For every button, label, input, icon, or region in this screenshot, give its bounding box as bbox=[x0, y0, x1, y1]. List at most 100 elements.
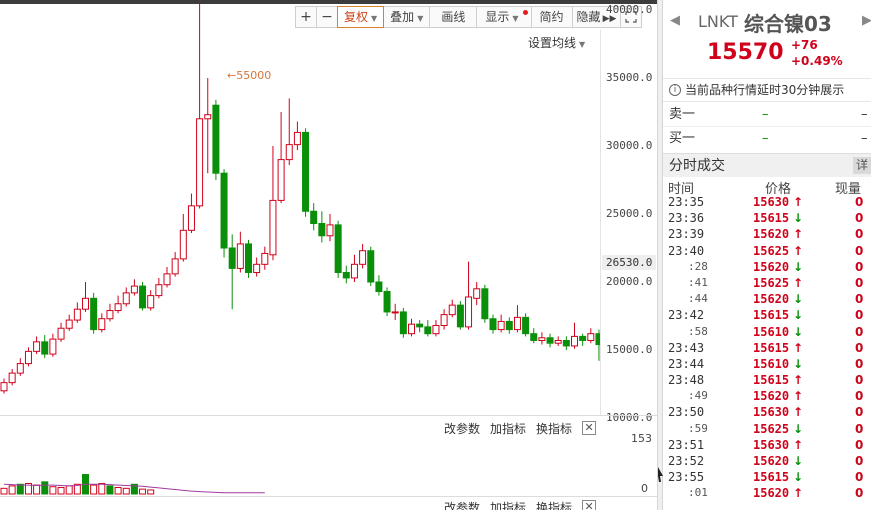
switch-indicator-button[interactable]: 换指标 bbox=[536, 499, 572, 510]
info-icon: i bbox=[669, 84, 681, 96]
candle bbox=[391, 311, 399, 314]
next-symbol-icon[interactable]: ▶ bbox=[862, 13, 871, 28]
arrow-down-icon: ↓ bbox=[793, 454, 804, 468]
candle bbox=[530, 333, 538, 341]
candle bbox=[546, 337, 554, 344]
volume-bar bbox=[90, 484, 98, 495]
volume-bar bbox=[98, 482, 106, 495]
candle bbox=[293, 131, 301, 146]
candle bbox=[155, 284, 163, 297]
volume-bar bbox=[147, 489, 155, 495]
arrow-down-icon: ↓ bbox=[793, 292, 804, 307]
change-params-button[interactable]: 改参数 bbox=[444, 420, 480, 437]
candle bbox=[33, 341, 41, 352]
candle bbox=[277, 159, 285, 201]
order-book-buy1: 买一 – – bbox=[663, 127, 871, 151]
candle bbox=[139, 285, 147, 309]
tick-time: 23:40 bbox=[668, 243, 705, 258]
tick-time: 23:44 bbox=[668, 356, 705, 371]
tick-row: 23:43 15615 ↑ 0 bbox=[663, 341, 871, 357]
candle bbox=[554, 339, 562, 344]
candle bbox=[408, 323, 415, 335]
change-params-button[interactable]: 改参数 bbox=[444, 499, 480, 510]
price-change-percent: +0.49% bbox=[791, 54, 843, 68]
tick-row: 23:42 15615 ↓ 0 bbox=[663, 308, 871, 324]
arrow-up-icon: ↑ bbox=[793, 373, 804, 388]
tick-price: 15630 bbox=[753, 405, 790, 420]
price-tick-label: 15000.0 bbox=[606, 343, 653, 356]
detail-button[interactable]: 详 bbox=[853, 157, 871, 174]
close-icon[interactable]: ✕ bbox=[582, 500, 597, 510]
candle bbox=[73, 308, 81, 321]
switch-indicator-button[interactable]: 换指标 bbox=[536, 420, 572, 437]
candle bbox=[24, 350, 32, 365]
tick-row: 23:48 15615 ↑ 0 bbox=[663, 373, 871, 389]
tick-time: 23:35 bbox=[668, 195, 705, 209]
candle bbox=[448, 304, 456, 316]
tick-row: 23:50 15630 ↑ 0 bbox=[663, 405, 871, 421]
candle bbox=[334, 224, 342, 273]
tick-price: 15630 bbox=[753, 437, 790, 452]
symbol-code: LNKT bbox=[698, 12, 738, 31]
candle bbox=[399, 311, 407, 335]
tick-row: 23:52 15620 ↓ 0 bbox=[663, 454, 871, 470]
candle bbox=[82, 297, 89, 310]
delay-notice-text: 当前品种行情延时30分钟展示 bbox=[685, 83, 845, 97]
current-price-tag: 26530.0 bbox=[602, 255, 656, 270]
candle bbox=[481, 288, 489, 320]
tick-time: :41 bbox=[688, 275, 708, 289]
candle bbox=[310, 210, 318, 225]
pane-separator bbox=[0, 496, 657, 497]
volume-zero-label: 0 bbox=[641, 482, 648, 495]
volume-bar bbox=[49, 486, 57, 495]
tick-row: :44 15620 ↓ 0 bbox=[663, 292, 871, 308]
candle bbox=[538, 337, 546, 341]
candle bbox=[522, 316, 530, 335]
add-indicator-button[interactable]: 加指标 bbox=[490, 420, 526, 437]
candle bbox=[187, 205, 195, 231]
close-icon[interactable]: ✕ bbox=[582, 421, 597, 435]
tick-price: 15615 bbox=[753, 340, 790, 355]
last-price: 15570 bbox=[707, 40, 784, 65]
restore-rights-dropdown[interactable]: 复权 ▼ bbox=[337, 6, 385, 28]
candle bbox=[269, 199, 277, 256]
arrow-down-icon: ↓ bbox=[793, 356, 804, 371]
volume-bar bbox=[41, 481, 49, 495]
candle bbox=[122, 292, 130, 305]
tick-volume: 0 bbox=[855, 292, 864, 307]
candle bbox=[571, 335, 578, 347]
candle bbox=[302, 131, 310, 212]
arrow-up-icon: ↑ bbox=[793, 195, 804, 209]
candle bbox=[432, 325, 440, 335]
candle bbox=[0, 382, 8, 392]
sell1-label: 卖一 bbox=[669, 107, 696, 122]
candle bbox=[204, 114, 212, 120]
tick-volume: 0 bbox=[855, 373, 864, 388]
tick-volume: 0 bbox=[855, 227, 864, 242]
chevron-down-icon: ▼ bbox=[371, 14, 378, 23]
restore-rights-label: 复权 bbox=[344, 10, 369, 24]
tick-row: 23:44 15610 ↓ 0 bbox=[663, 357, 871, 373]
price-tick-label: 25000.0 bbox=[606, 207, 653, 220]
candle bbox=[212, 104, 220, 174]
volume-bar bbox=[106, 485, 114, 495]
candle bbox=[416, 323, 424, 328]
prev-symbol-icon[interactable]: ◀ bbox=[670, 13, 680, 28]
sell1-volume: – bbox=[861, 107, 868, 122]
tick-volume: 0 bbox=[855, 486, 864, 501]
tick-row: :28 15620 ↓ 0 bbox=[663, 260, 871, 276]
add-indicator-button[interactable]: 加指标 bbox=[490, 499, 526, 510]
kline-chart-panel[interactable]: + − 复权▼ 叠加▼ 画线 显示▼ 简约 隐藏▶▶ 设置均线▼ 55000.0… bbox=[0, 0, 657, 510]
tick-volume: 0 bbox=[855, 405, 864, 420]
tick-time: :58 bbox=[688, 324, 708, 338]
tick-price: 15625 bbox=[753, 243, 790, 258]
volume-bar bbox=[8, 485, 16, 495]
tick-row: 23:51 15630 ↑ 0 bbox=[663, 438, 871, 454]
price-tick-label: 20000.0 bbox=[606, 275, 653, 288]
time-sales-list[interactable]: 23:35 15630 ↑ 0 23:36 15615 ↓ 0 23:39 15620 ↑ 0 23:4… bbox=[663, 195, 871, 503]
candle bbox=[350, 263, 358, 279]
candle bbox=[359, 250, 367, 265]
tick-time: 23:43 bbox=[668, 340, 705, 355]
buy1-label: 买一 bbox=[669, 131, 696, 146]
arrow-up-icon: ↑ bbox=[793, 389, 804, 404]
